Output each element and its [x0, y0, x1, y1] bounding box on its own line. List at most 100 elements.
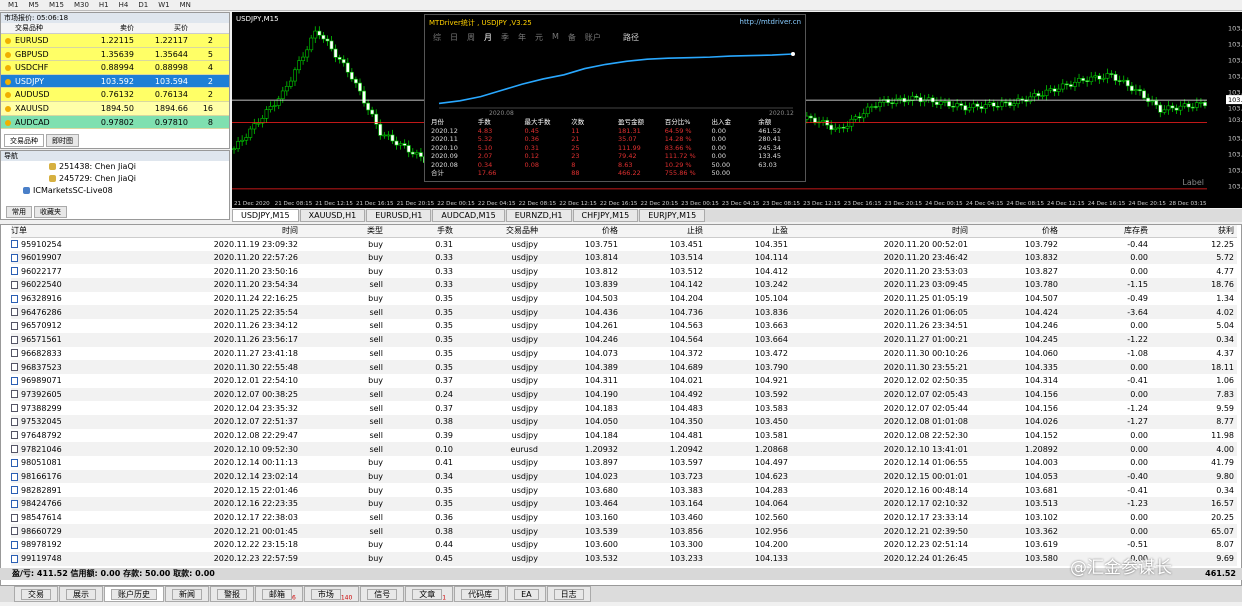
market-row[interactable]: USDCHF 0.88994 0.88998 4	[1, 61, 229, 75]
table-row[interactable]: 97532045 2020.12.07 22:51:37 sell 0.38 usdjp…	[11, 414, 1237, 429]
history-col-header[interactable]: 价格	[971, 225, 1061, 238]
history-cell: sell	[301, 387, 386, 402]
market-row[interactable]: AUDCAD 0.97802 0.97810 8	[1, 115, 229, 130]
market-row[interactable]: EURUSD 1.22115 1.22117 2	[1, 34, 229, 48]
timeframe-m30[interactable]: M30	[70, 0, 93, 10]
table-row[interactable]: 97648792 2020.12.08 22:29:47 sell 0.39 usdjp…	[11, 429, 1237, 443]
terminal-tab[interactable]: 市场 140	[303, 586, 360, 602]
timeframe-m15[interactable]: M15	[45, 0, 68, 10]
history-col-header[interactable]: 手数	[386, 225, 456, 238]
chart-tab[interactable]: EURNZD,H1	[505, 209, 572, 222]
timeframe-h4[interactable]: H4	[115, 0, 133, 10]
market-row[interactable]: USDJPY 103.592 103.594 2	[1, 74, 229, 89]
history-cell: 96989071	[11, 374, 101, 388]
history-col-header[interactable]: 止损	[621, 225, 706, 238]
candle-body	[378, 123, 383, 136]
table-row[interactable]: 96022540 2020.11.20 23:54:34 sell 0.33 usdjp…	[11, 278, 1237, 292]
nav-account-2[interactable]: 245729: Chen JiaQi	[1, 173, 229, 185]
table-row[interactable]: 96989071 2020.12.01 22:54:10 buy 0.37 usdjpy…	[11, 374, 1237, 388]
table-row[interactable]: 96019907 2020.11.20 22:57:26 buy 0.33 usdjpy…	[11, 250, 1237, 265]
history-cell: 2020.12.02 02:50:35	[883, 376, 968, 386]
history-col-header[interactable]: 库存费	[1061, 225, 1151, 238]
terminal-tab[interactable]: 代码库	[454, 586, 507, 602]
table-row[interactable]: 96571561 2020.11.26 23:56:17 sell 0.35 usdjp…	[11, 332, 1237, 347]
chart-tab[interactable]: CHFJPY,M15	[572, 209, 639, 222]
table-row[interactable]: 98051081 2020.12.14 00:11:13 buy 0.41 usdjpy…	[11, 456, 1237, 470]
candle-body	[240, 139, 245, 142]
terminal-tab[interactable]: 交易	[14, 586, 58, 602]
table-row[interactable]: 98660729 2020.12.21 00:01:45 sell 0.38 usdjp…	[11, 524, 1237, 539]
table-row[interactable]: 96682833 2020.11.27 23:41:18 sell 0.35 usdjp…	[11, 347, 1237, 361]
terminal-tab[interactable]: 文章 1	[405, 586, 454, 602]
nav-account-1[interactable]: 251438: Chen JiaQi	[1, 161, 229, 173]
history-col-header[interactable]: 交易品种	[456, 225, 541, 238]
table-row[interactable]: 99119748 2020.12.23 22:57:59 buy 0.45 usdjpy…	[11, 551, 1237, 566]
table-row[interactable]: 98282891 2020.12.15 22:01:46 buy 0.35 usdjpy…	[11, 483, 1237, 497]
history-cell: 96019907	[11, 250, 101, 265]
timeframe-m1[interactable]: M1	[4, 0, 23, 10]
timeframe-m5[interactable]: M5	[25, 0, 44, 10]
table-row[interactable]: 98978192 2020.12.22 23:15:18 buy 0.44 usdjpy…	[11, 538, 1237, 552]
tab-symbols[interactable]: 交易品种	[4, 134, 44, 147]
terminal-tab[interactable]: 信号	[360, 586, 405, 602]
table-row[interactable]: 97821046 2020.12.10 09:52:30 sell 0.10 eurus…	[11, 442, 1237, 456]
history-cell: 2020.11.26 23:34:51	[883, 321, 968, 331]
table-row[interactable]: 95910254 2020.11.19 23:09:32 buy 0.31 usdjpy…	[11, 237, 1237, 251]
stats-panel-url[interactable]: http://mtdriver.cn	[740, 18, 801, 26]
chart-tab[interactable]: AUDCAD,M15	[432, 209, 505, 222]
terminal-tab[interactable]: 邮箱 6	[255, 586, 303, 602]
terminal-tab[interactable]: 新闻	[165, 586, 209, 602]
history-cell: usdjpy	[511, 348, 538, 358]
price-chart[interactable]: USDJPY,M15 103.905 103.835 103.765 103.695 1…	[232, 12, 1242, 208]
tab-tick-chart[interactable]: 即时图	[46, 134, 79, 147]
history-cell: 0.00	[1130, 266, 1148, 276]
chart-tab[interactable]: EURJPY,M15	[639, 209, 706, 222]
history-col-header[interactable]: 时间	[101, 225, 301, 238]
stats-table: 月份 手数 最大手数 次数 盈亏金额 百分比% 出入金 余额 2020.12 4.83 0.45 11…	[429, 118, 803, 178]
table-row[interactable]: 96328916 2020.11.24 22:16:25 buy 0.35 usdjpy…	[11, 292, 1237, 306]
market-row[interactable]: XAUUSD 1894.50 1894.66 16	[1, 101, 229, 116]
history-cell: 104.026	[971, 414, 1061, 429]
history-col-header[interactable]: 类型	[301, 225, 386, 238]
history-col-header[interactable]: 订单	[11, 225, 101, 238]
terminal-tab[interactable]: 日志	[546, 586, 591, 602]
market-row[interactable]: GBPUSD 1.35639 1.35644 5	[1, 47, 229, 62]
terminal-tab[interactable]: 展示	[59, 586, 103, 602]
history-col-header[interactable]: 获利	[1151, 225, 1237, 238]
market-row[interactable]: AUDUSD 0.76132 0.76134 2	[1, 88, 229, 102]
tab-favorites[interactable]: 收藏夹	[34, 206, 67, 218]
chart-tab[interactable]: USDJPY,M15	[232, 209, 299, 222]
history-col-header[interactable]: 价格	[541, 225, 621, 238]
table-row[interactable]: 96022177 2020.11.20 23:50:16 buy 0.33 usdjpy…	[11, 264, 1237, 278]
chart-tab[interactable]: XAUUSD,H1	[299, 209, 366, 222]
chart-tab[interactable]: EURUSD,H1	[366, 209, 432, 222]
table-row[interactable]: 96837523 2020.11.30 22:55:48 sell 0.35 usdjp…	[11, 360, 1237, 374]
timeframe-h1[interactable]: H1	[95, 0, 113, 10]
table-row[interactable]: 97392605 2020.12.07 00:38:25 sell 0.24 usdjp…	[11, 387, 1237, 402]
candle-body	[845, 125, 850, 129]
timeframe-mn[interactable]: MN	[176, 0, 195, 10]
table-row[interactable]: 96570912 2020.11.26 23:34:12 sell 0.35 usdjp…	[11, 319, 1237, 333]
table-row[interactable]: 98547614 2020.12.17 22:38:03 sell 0.36 usdjp…	[11, 511, 1237, 525]
history-cell: 99119748	[11, 551, 101, 566]
candle-body	[837, 126, 842, 129]
table-row[interactable]: 97388299 2020.12.04 23:35:32 sell 0.37 usdjp…	[11, 401, 1237, 415]
history-col-header[interactable]: 止盈	[706, 225, 791, 238]
timeframe-d1[interactable]: D1	[134, 0, 152, 10]
terminal-tab[interactable]: 账户历史	[104, 586, 164, 602]
timeframe-w1[interactable]: W1	[154, 0, 173, 10]
nav-server[interactable]: ICMarketsSC-Live08	[1, 185, 229, 197]
history-cell: 97821046	[11, 442, 101, 456]
table-row[interactable]: 96476286 2020.11.25 22:35:54 sell 0.35 usdjp…	[11, 305, 1237, 320]
terminal-tab[interactable]: 警报	[210, 586, 254, 602]
history-cell: 0.35	[386, 305, 456, 320]
terminal-tab[interactable]: EA	[507, 586, 546, 602]
candle-body	[1138, 89, 1142, 92]
time-tick-label: 24 Dec 08:15	[1006, 201, 1044, 207]
tab-common[interactable]: 常用	[6, 206, 32, 218]
table-row[interactable]: 98166176 2020.12.14 23:02:14 buy 0.34 usdjpy…	[11, 469, 1237, 484]
table-row[interactable]: 98424766 2020.12.16 22:23:35 buy 0.35 usdjpy…	[11, 497, 1237, 511]
history-col-header[interactable]: 时间	[791, 225, 971, 238]
candle-body	[349, 71, 354, 80]
history-cell: usdjpy	[511, 403, 538, 413]
